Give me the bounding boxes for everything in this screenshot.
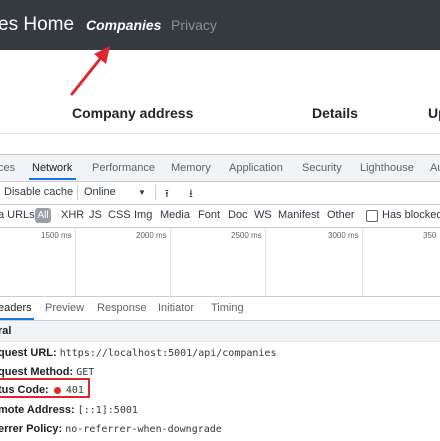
nav-link-companies[interactable]: Companies <box>86 17 161 33</box>
filter-doc[interactable]: Doc <box>228 209 248 221</box>
active-detail-tab-indicator <box>0 318 34 320</box>
tab-response[interactable]: Response <box>97 302 147 314</box>
timeline-gridline <box>75 228 76 296</box>
tab-sources[interactable]: ces <box>0 162 15 174</box>
timeline-gridline <box>170 228 171 296</box>
tab-memory[interactable]: Memory <box>171 162 211 174</box>
request-detail-tabs: eaders Preview Response Initiator Timing <box>0 297 440 321</box>
general-section-header[interactable]: ral <box>0 321 440 342</box>
brand-link[interactable]: es Home <box>0 14 74 36</box>
header-row-request-url: quest URL: https://localhost:5001/api/co… <box>0 347 276 359</box>
filter-ws[interactable]: WS <box>254 209 272 221</box>
header-row-status-code: tus Code: 401 <box>0 384 84 396</box>
toolbar-separator <box>155 185 156 200</box>
tab-network[interactable]: Network <box>32 162 72 174</box>
filter-css[interactable]: CSS <box>108 209 131 221</box>
header-value: https://localhost:5001/api/companies <box>59 348 277 359</box>
filter-manifest[interactable]: Manifest <box>278 209 320 221</box>
header-key: quest Method: <box>0 366 74 378</box>
header-value: GET <box>76 367 95 378</box>
header-key: tus Code: <box>0 384 49 396</box>
network-overview-timeline[interactable]: 1500 ms 2000 ms 2500 ms 3000 ms 350 <box>0 228 440 297</box>
disable-cache-checkbox-label[interactable]: Disable cache <box>4 186 73 198</box>
devtools-tab-bar: ces Network Performance Memory Applicati… <box>0 155 440 182</box>
timeline-gridline <box>362 228 363 296</box>
throttling-select[interactable]: Online <box>84 186 116 198</box>
import-har-icon[interactable]: ⭱ <box>165 185 169 204</box>
timeline-label: 2500 ms <box>231 231 262 240</box>
network-toolbar: Disable cache Online ▼ ⭱ ⭳ <box>0 182 440 205</box>
has-blocked-label: Has blocked <box>382 209 440 221</box>
filter-xhr[interactable]: XHR <box>61 209 84 221</box>
tab-initiator[interactable]: Initiator <box>158 302 194 314</box>
header-row-remote-address: mote Address: [::1]:5001 <box>0 404 138 416</box>
header-value: no-referrer-when-downgrade <box>65 424 222 435</box>
has-blocked-cookies-checkbox[interactable] <box>366 210 378 222</box>
tab-lighthouse[interactable]: Lighthouse <box>360 162 414 174</box>
header-row-request-method: quest Method: GET <box>0 366 94 378</box>
tab-security[interactable]: Security <box>302 162 342 174</box>
filter-all-button[interactable]: All <box>35 208 51 223</box>
network-filter-bar: a URLs All XHR JS CSS Img Media Font Doc… <box>0 205 440 228</box>
nav-link-privacy[interactable]: Privacy <box>171 17 217 33</box>
header-row-referrer-policy: errer Policy: no-referrer-when-downgrade <box>0 423 222 435</box>
table-header-divider <box>0 133 440 134</box>
header-key: quest URL: <box>0 347 57 359</box>
tab-application[interactable]: Application <box>229 162 283 174</box>
export-har-icon[interactable]: ⭳ <box>189 185 193 204</box>
column-header-company-address: Company address <box>72 105 194 121</box>
general-section-title: ral <box>0 325 12 337</box>
tab-audits[interactable]: Au <box>430 162 440 174</box>
header-key: errer Policy: <box>0 423 63 435</box>
tab-headers[interactable]: eaders <box>0 302 32 314</box>
tab-timing[interactable]: Timing <box>211 302 244 314</box>
header-key: mote Address: <box>0 404 75 416</box>
tab-preview[interactable]: Preview <box>45 302 84 314</box>
column-header-up: Up <box>428 105 440 121</box>
status-error-dot-icon <box>53 386 61 394</box>
timeline-label: 2000 ms <box>136 231 167 240</box>
toolbar-separator <box>77 185 78 200</box>
filter-media[interactable]: Media <box>160 209 190 221</box>
chevron-down-icon[interactable]: ▼ <box>138 188 146 197</box>
status-code-value: 401 <box>65 385 84 396</box>
timeline-label: 3000 ms <box>328 231 359 240</box>
filter-js[interactable]: JS <box>89 209 102 221</box>
devtools-panel: ces Network Performance Memory Applicati… <box>0 154 440 441</box>
hide-data-urls-label[interactable]: a URLs <box>0 209 35 221</box>
timeline-label: 350 <box>423 231 437 240</box>
column-header-details: Details <box>312 105 358 121</box>
annotation-arrow-icon <box>70 46 110 96</box>
timeline-label: 1500 ms <box>41 231 72 240</box>
active-tab-indicator <box>29 178 76 180</box>
filter-img[interactable]: Img <box>134 209 152 221</box>
filter-other[interactable]: Other <box>327 209 355 221</box>
tab-performance[interactable]: Performance <box>92 162 155 174</box>
filter-font[interactable]: Font <box>198 209 220 221</box>
header-value: [::1]:5001 <box>77 405 138 416</box>
timeline-gridline <box>265 228 266 296</box>
